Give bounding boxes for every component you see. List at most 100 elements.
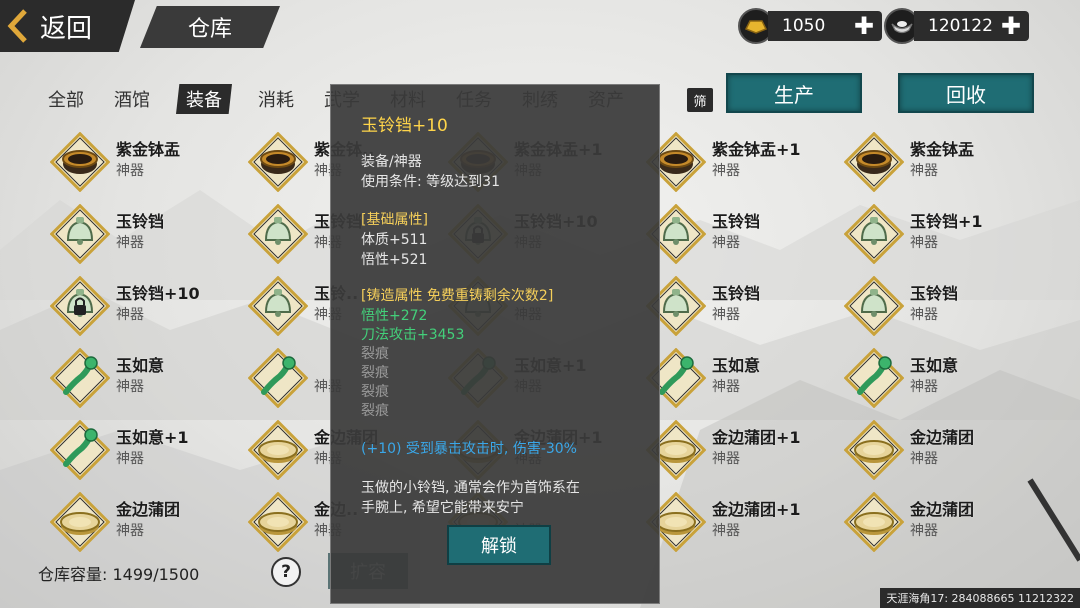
item-name: 紫金钵盂+1 [712, 140, 801, 159]
help-button[interactable]: ? [271, 557, 301, 587]
inventory-item[interactable]: 玉铃铛+10 神器 [46, 272, 236, 340]
add-gold-button[interactable]: ✚ [854, 14, 874, 38]
tooltip-forge-stat: 刀法攻击+3453 [361, 327, 465, 343]
inventory-item[interactable]: 金边蒲团神器 [840, 488, 1030, 556]
inventory-item[interactable]: 金边蒲团+1 神器 [642, 416, 832, 484]
item-type: 神器 [116, 523, 144, 539]
item-name: 玉铃铛+1 [910, 212, 983, 231]
tooltip-base-stat: 体质+511 [361, 232, 428, 248]
jade-bell-icon [844, 276, 904, 336]
tooltip-forge-stat: 悟性+272 [361, 308, 428, 324]
tooltip-forge-header: [铸造属性 免费重铸剩余次数2] [361, 288, 554, 304]
item-type: 神器 [910, 451, 938, 467]
inventory-item[interactable]: 紫金钵盂 神器 [840, 128, 1030, 196]
back-button[interactable]: 返回 [0, 0, 135, 52]
inventory-item[interactable]: 玉铃铛+1 神器 [840, 200, 1030, 268]
inventory-item[interactable]: 玉如意+1 神器 [46, 416, 236, 484]
inventory-item[interactable]: 金边蒲团+1 神器 [642, 488, 832, 556]
tooltip-crack: 裂痕 [361, 384, 389, 400]
capacity-value: 1499/1500 [112, 565, 200, 584]
bowl-icon [50, 132, 110, 192]
gold-currency: 1050 ✚ [738, 8, 882, 44]
item-name: 玉铃铛 [712, 212, 761, 231]
item-type: 神器 [910, 235, 938, 251]
tooltip-description: 手腕上, 希望它能带来安宁 [361, 500, 524, 516]
tooltip-bonus: (+10) 受到暴击攻击时, 伤害-30% [361, 441, 577, 457]
tooltip-base-header: [基础属性] [361, 212, 428, 228]
capacity-label: 仓库容量: [38, 565, 108, 584]
filter-button[interactable]: 筛 [687, 88, 713, 112]
inventory-item[interactable]: 金边蒲团神器 [840, 416, 1030, 484]
unlock-button[interactable]: 解锁 [447, 525, 551, 565]
tab-all[interactable]: 全部 [44, 84, 88, 114]
tooltip-crack: 裂痕 [361, 365, 389, 381]
item-type: 神器 [910, 163, 938, 179]
bowl-icon [248, 132, 308, 192]
item-type: 神器 [712, 451, 740, 467]
capacity-display: 仓库容量: 1499/1500 [38, 561, 199, 585]
jade-ruyi-icon [844, 348, 904, 408]
item-type: 神器 [116, 307, 144, 323]
inventory-item[interactable]: 紫金钵盂+1 神器 [642, 128, 832, 196]
inventory-item[interactable]: 玉如意 神器 [840, 344, 1030, 412]
item-tooltip: 玉铃铛+10 装备/神器 使用条件: 等级达到31 [基础属性] 体质+511 … [330, 84, 660, 604]
back-label: 返回 [40, 13, 93, 44]
silver-currency: 120122 ✚ [884, 8, 1030, 44]
inventory-item[interactable]: 玉铃铛神器 [46, 200, 236, 268]
bowl-icon [844, 132, 904, 192]
item-type: 神器 [712, 523, 740, 539]
item-name: 紫金钵盂 [116, 140, 181, 159]
tooltip-title: 玉铃铛+10 [361, 116, 448, 136]
inventory-item[interactable]: 玉如意 神器 [46, 344, 236, 412]
item-type: 神器 [910, 379, 938, 395]
jade-bell-icon [844, 204, 904, 264]
jade-bell-icon [248, 276, 308, 336]
recycle-button[interactable]: 回收 [898, 73, 1034, 113]
cushion-icon [844, 492, 904, 552]
item-name: 紫金钵盂 [910, 140, 975, 159]
item-type: 神器 [910, 523, 938, 539]
inventory-item[interactable]: 玉铃铛神器 [840, 272, 1030, 340]
jade-bell-icon [50, 276, 110, 336]
jade-bell-icon [50, 204, 110, 264]
item-name: 金边蒲团+1 [712, 428, 801, 447]
item-name: 金边蒲团 [910, 500, 975, 519]
item-type: 神器 [116, 163, 144, 179]
jade-ruyi-icon [248, 348, 308, 408]
cushion-icon [248, 492, 308, 552]
item-name: 金边蒲团 [116, 500, 181, 519]
cushion-icon [248, 420, 308, 480]
item-name: 玉铃铛 [712, 284, 761, 303]
inventory-item[interactable]: 紫金钵盂 神器 [46, 128, 236, 196]
item-name: 玉铃铛 [116, 212, 165, 231]
tooltip-requirement: 使用条件: 等级达到31 [361, 174, 500, 190]
inventory-item[interactable]: 玉铃铛神器 [642, 200, 832, 268]
item-name: 玉铃铛+10 [116, 284, 200, 303]
item-type: 神器 [116, 379, 144, 395]
item-type: 神器 [712, 307, 740, 323]
item-name: 玉如意 [712, 356, 761, 375]
item-type: 神器 [116, 451, 144, 467]
tab-tavern[interactable]: 酒馆 [110, 84, 154, 114]
jade-ruyi-icon [50, 420, 110, 480]
chevron-left-icon [0, 0, 36, 52]
inventory-item[interactable]: 玉如意 神器 [642, 344, 832, 412]
item-type: 神器 [910, 307, 938, 323]
silver-amount: 120122 [928, 16, 993, 36]
tooltip-crack: 裂痕 [361, 403, 389, 419]
tab-equipment[interactable]: 装备 [176, 84, 232, 114]
produce-button[interactable]: 生产 [726, 73, 862, 113]
tooltip-crack: 裂痕 [361, 346, 389, 362]
item-type: 神器 [712, 235, 740, 251]
inventory-item[interactable]: 玉铃铛神器 [642, 272, 832, 340]
item-type: 神器 [712, 379, 740, 395]
inventory-item[interactable]: 金边蒲团神器 [46, 488, 236, 556]
tab-consumables[interactable]: 消耗 [254, 84, 298, 114]
jade-bell-icon [248, 204, 308, 264]
page-title: 仓库 [140, 6, 280, 48]
jade-ruyi-icon [50, 348, 110, 408]
item-name: 玉如意 [116, 356, 165, 375]
tooltip-category: 装备/神器 [361, 154, 422, 170]
item-type: 神器 [712, 163, 740, 179]
add-silver-button[interactable]: ✚ [1001, 14, 1021, 38]
